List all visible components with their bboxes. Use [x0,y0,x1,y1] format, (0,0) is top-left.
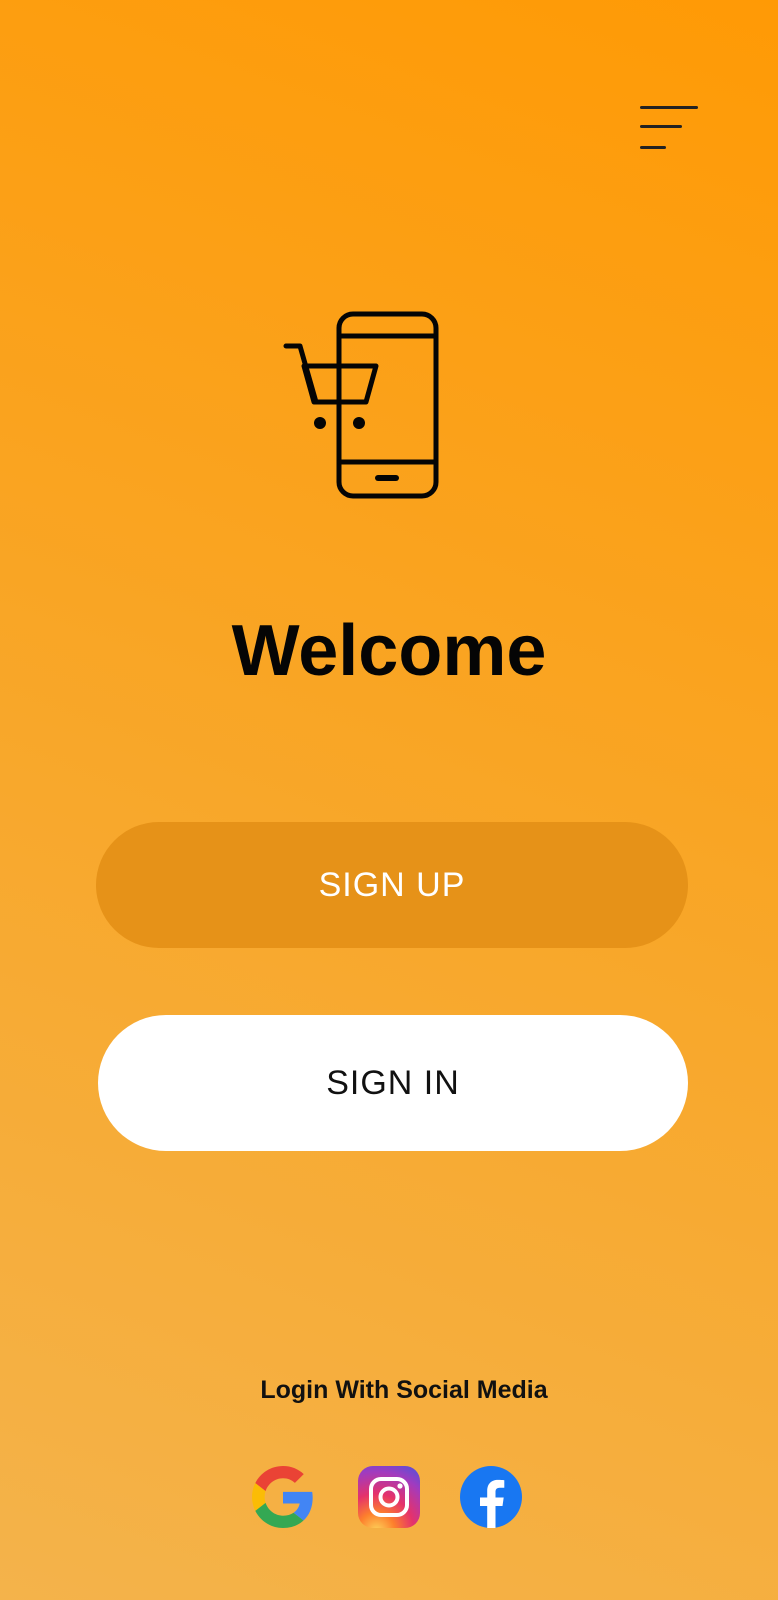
sign-up-button[interactable]: SIGN UP [96,822,688,948]
social-login-label: Login With Social Media [260,1376,548,1404]
menu-button[interactable] [636,100,702,154]
google-login-button[interactable] [252,1466,314,1528]
page-title: Welcome [231,611,547,691]
facebook-login-button[interactable] [460,1466,522,1528]
instagram-login-button[interactable] [358,1466,420,1528]
instagram-icon [358,1466,420,1528]
mobile-shopping-cart-icon [283,311,439,499]
menu-line [640,125,682,128]
sign-in-button[interactable]: SIGN IN [98,1015,688,1151]
welcome-screen: Welcome SIGN UP SIGN IN Login With Socia… [0,0,778,1600]
menu-line [640,106,698,109]
facebook-icon [460,1466,522,1528]
google-icon [252,1466,313,1528]
menu-line [640,146,666,149]
